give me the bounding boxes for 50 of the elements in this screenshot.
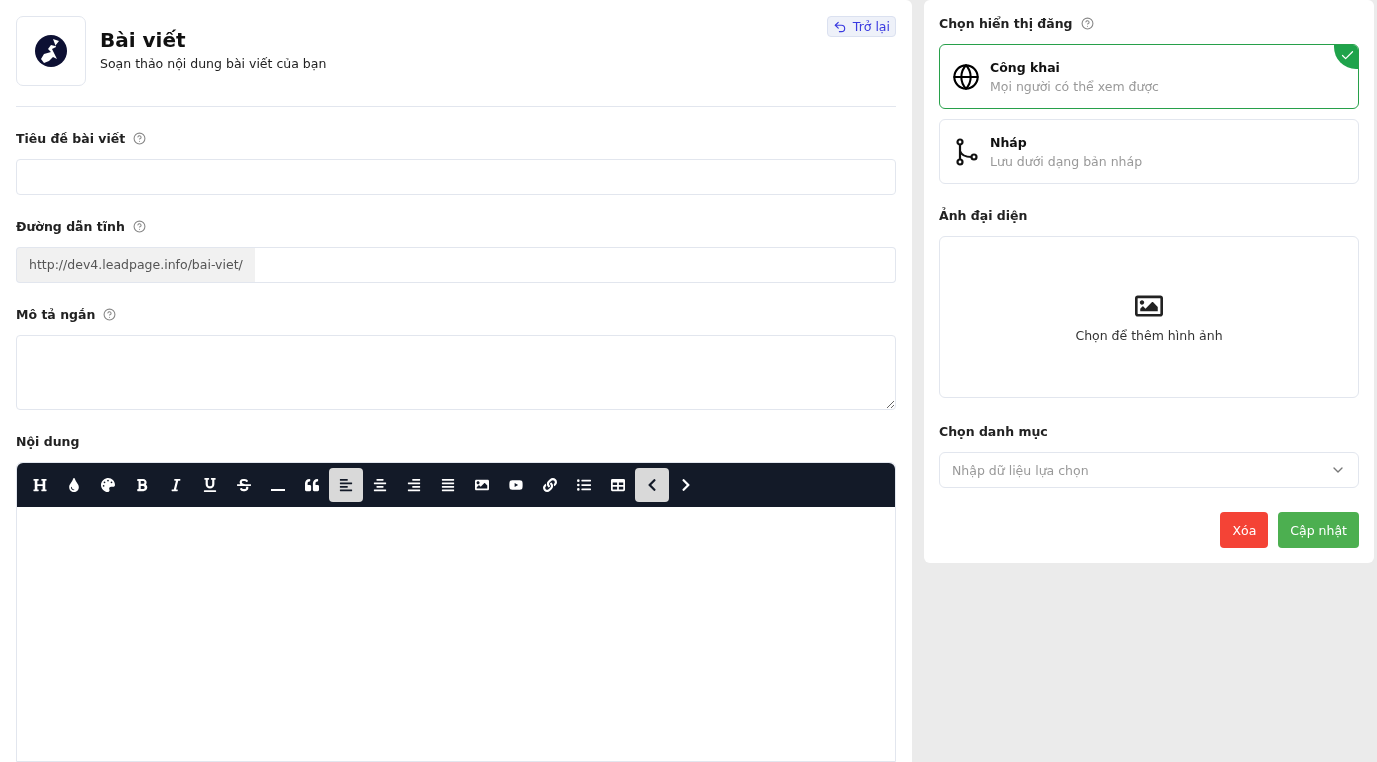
align-left-icon bbox=[339, 478, 353, 492]
globe-icon bbox=[952, 62, 980, 91]
select-placeholder: Nhập dữ liệu lựa chọn bbox=[952, 462, 1089, 478]
bold-icon bbox=[135, 478, 149, 492]
italic-icon bbox=[169, 478, 183, 492]
section-label: Chọn danh mục bbox=[939, 424, 1048, 439]
line-icon bbox=[271, 489, 285, 491]
quote-icon bbox=[305, 478, 319, 492]
droplet-icon bbox=[67, 478, 81, 492]
textarea-field[interactable] bbox=[16, 334, 896, 410]
field-label: Nội dung bbox=[16, 434, 80, 449]
globe-icon bbox=[35, 35, 67, 67]
table-icon bbox=[611, 478, 625, 492]
section-label: Chọn hiển thị đăng bbox=[939, 16, 1073, 31]
help-icon[interactable] bbox=[133, 132, 147, 145]
link-icon bbox=[543, 478, 557, 492]
dropzone-hint: Chọn để thêm hình ảnh bbox=[1075, 327, 1223, 343]
page-subtitle: Soạn thảo nội dung bài viết của bạn bbox=[100, 56, 328, 71]
play-icon bbox=[509, 478, 523, 492]
back-button[interactable]: Trở lại bbox=[826, 16, 896, 37]
visibility-option[interactable]: Công khai Mọi người có thể xem được bbox=[939, 44, 1359, 109]
list-icon bbox=[577, 478, 591, 492]
visibility-option[interactable]: Nháp Lưu dưới dạng bản nháp bbox=[939, 119, 1359, 184]
field-label: Mô tả ngắn bbox=[16, 306, 96, 322]
help-icon[interactable] bbox=[132, 219, 146, 233]
page-title: Bài viết bbox=[100, 28, 187, 52]
strikethrough-icon bbox=[237, 478, 251, 492]
rich-text-editor[interactable] bbox=[16, 462, 896, 762]
field-label: Tiêu đề bài viết bbox=[16, 131, 126, 146]
option-description: Lưu dưới dạng bản nháp bbox=[990, 153, 1143, 169]
option-title: Công khai bbox=[990, 59, 1061, 75]
option-title: Nháp bbox=[990, 134, 1028, 150]
image-icon bbox=[475, 478, 489, 492]
text-input[interactable] bbox=[16, 159, 896, 195]
delete-button[interactable]: Xóa bbox=[1220, 512, 1269, 548]
field-label: Đường dẫn tĩnh bbox=[16, 218, 125, 234]
image-dropzone[interactable]: Chọn để thêm hình ảnh bbox=[939, 236, 1359, 398]
prev-button[interactable] bbox=[635, 468, 669, 502]
underline-icon bbox=[203, 478, 217, 492]
align-left-button[interactable] bbox=[329, 468, 363, 502]
option-description: Mọi người có thể xem được bbox=[990, 78, 1159, 94]
align-right-icon bbox=[407, 478, 421, 492]
justify-icon bbox=[441, 478, 455, 492]
undo-arrow-icon bbox=[832, 19, 847, 34]
heading-icon bbox=[33, 478, 47, 492]
palette-icon bbox=[101, 478, 115, 492]
section-label: Ảnh đại diện bbox=[939, 208, 1028, 223]
align-center-icon bbox=[373, 478, 387, 492]
help-icon[interactable] bbox=[103, 307, 117, 321]
help-icon[interactable] bbox=[1080, 17, 1094, 30]
